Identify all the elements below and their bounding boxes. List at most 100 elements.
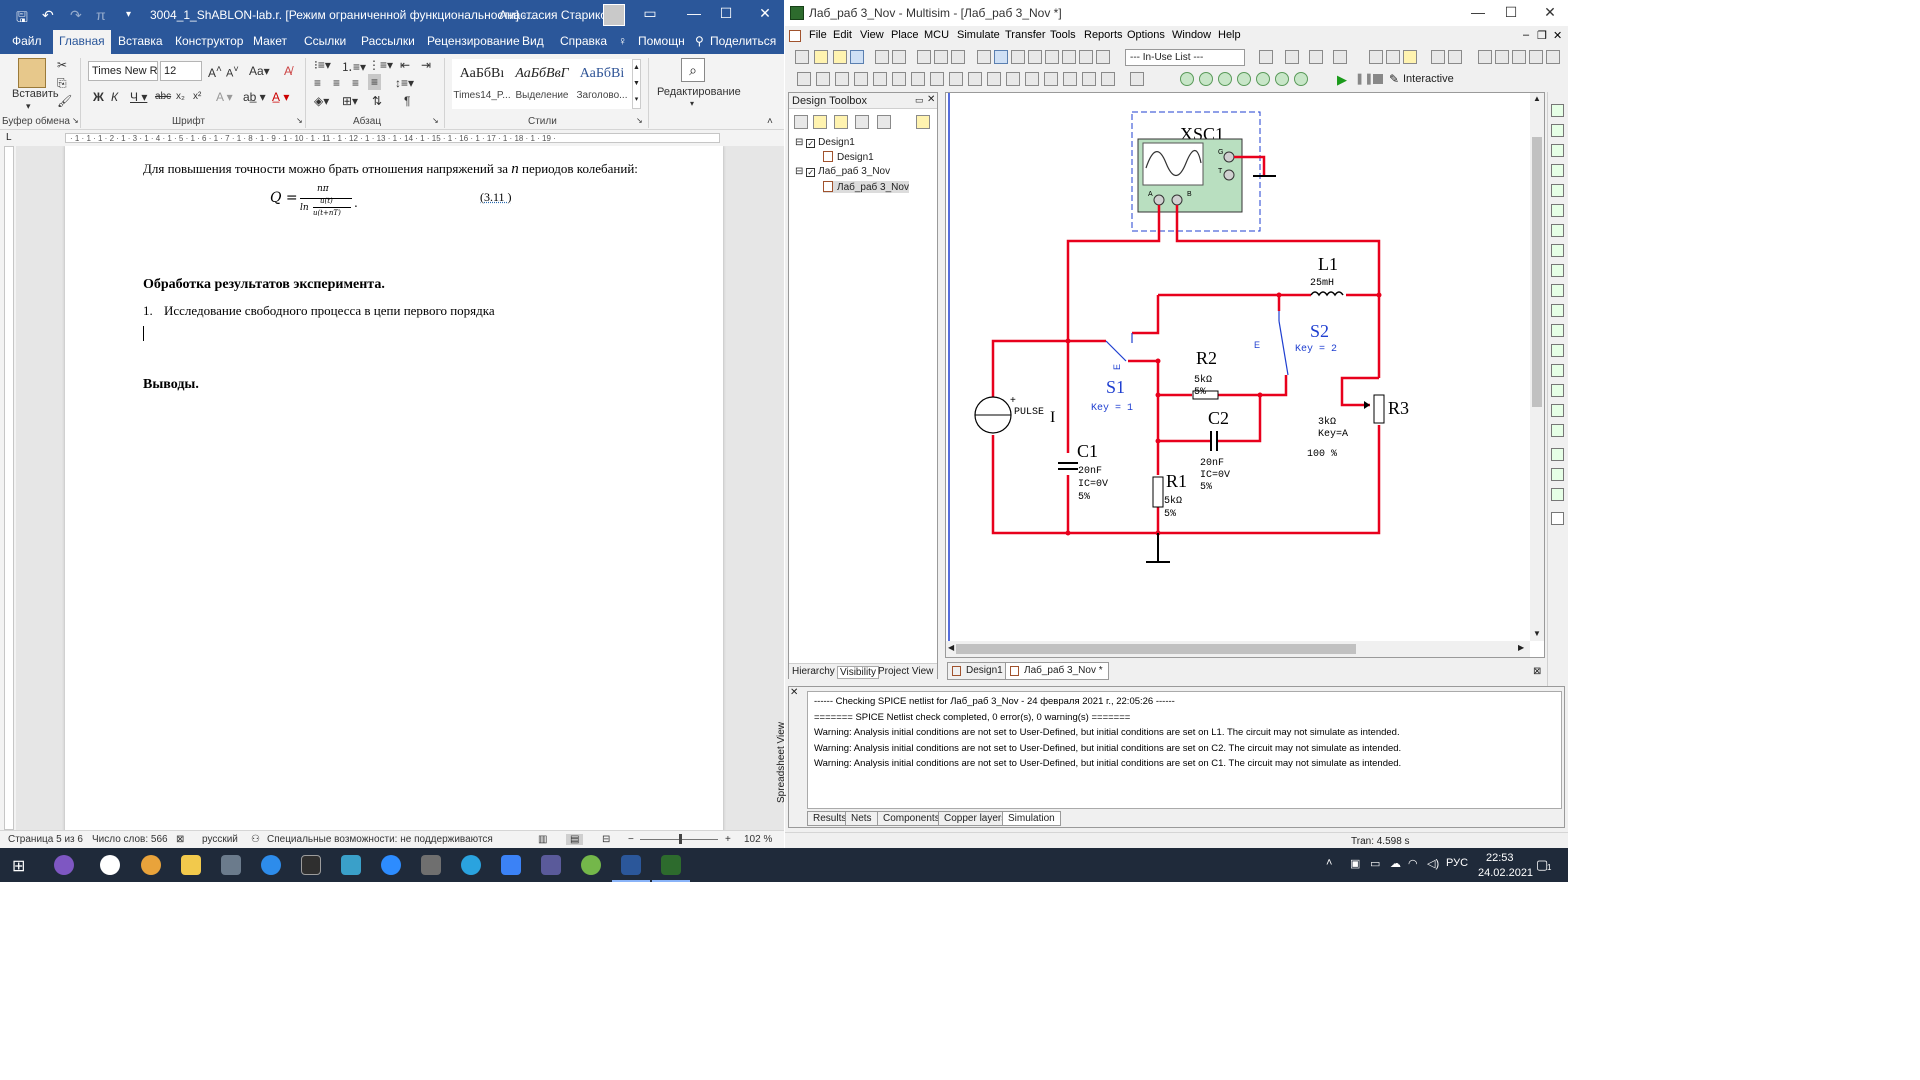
xsc1-port-b[interactable] [1171, 194, 1183, 206]
save-icon[interactable]: 🖫 [16, 7, 28, 31]
wire-scope-a[interactable] [1066, 205, 1161, 341]
place-mixed-icon[interactable] [949, 72, 963, 86]
zoom-area-icon[interactable] [1512, 50, 1526, 64]
line-spacing-icon[interactable]: ↕≡▾ [395, 76, 414, 90]
probe-settings-icon[interactable] [1294, 72, 1308, 86]
wifi-icon[interactable]: ◠ [1408, 857, 1418, 870]
wire-scope-b[interactable] [1175, 205, 1381, 295]
copy-icon[interactable] [934, 50, 948, 64]
doc-tab-lab[interactable]: Лаб_раб 3_Nov * [1005, 662, 1109, 680]
measurement-probe-icon[interactable] [1551, 512, 1564, 525]
open-design-icon[interactable] [813, 115, 827, 129]
redo-icon[interactable]: ↷ [70, 7, 82, 24]
forward-annotate-icon[interactable] [1096, 50, 1110, 64]
lightbulb-icon[interactable]: ♀ [618, 34, 627, 48]
place-source-icon[interactable] [797, 72, 811, 86]
scroll-thumb[interactable] [956, 644, 1356, 654]
borders-icon[interactable]: ⊞▾ [342, 94, 358, 108]
font-name-box[interactable]: Times New R [88, 61, 158, 81]
tab-mailings[interactable]: Рассылки [361, 34, 415, 48]
user-name[interactable]: Анастасия Старикова [499, 8, 620, 22]
place-rf-icon[interactable] [1044, 72, 1058, 86]
accessibility-status[interactable]: Специальные возможности: не поддерживают… [267, 834, 493, 845]
word-icon[interactable] [621, 855, 641, 875]
inductor-l1[interactable]: L1 25mH [1310, 254, 1344, 297]
italic-icon[interactable]: К [111, 90, 118, 104]
tab-file[interactable]: Файл [12, 34, 42, 48]
document-icon[interactable] [789, 30, 801, 42]
place-cmos-icon[interactable] [911, 72, 925, 86]
copy-icon[interactable]: ⎘ [57, 76, 67, 91]
cut-icon[interactable] [917, 50, 931, 64]
menu-place[interactable]: Place [891, 29, 919, 41]
zoom-level[interactable]: 102 % [744, 834, 772, 845]
text-effects-icon[interactable]: A ▾ [216, 90, 233, 104]
app-icon[interactable] [541, 855, 561, 875]
capacitor-c2[interactable]: C2 20nF IC=0V 5% [1200, 408, 1230, 493]
menu-simulate[interactable]: Simulate [957, 29, 1000, 41]
cloud-icon[interactable]: ☁ [1390, 857, 1401, 870]
pin-icon[interactable]: ▭ [915, 95, 924, 106]
menu-tools[interactable]: Tools [1050, 29, 1076, 41]
web-layout-icon[interactable]: ⊟ [602, 834, 610, 845]
clipboard-launcher-icon[interactable]: ↘ [72, 116, 79, 125]
chrome-icon[interactable] [141, 855, 161, 875]
switch-s2[interactable]: E S2 Key = 2 [1254, 311, 1337, 376]
tab-review[interactable]: Рецензирование [427, 34, 520, 48]
tab-layout[interactable]: Макет [253, 34, 287, 48]
zoom-in-icon[interactable] [1478, 50, 1492, 64]
paste-icon[interactable] [18, 58, 46, 88]
xsc1-port-a[interactable] [1153, 194, 1165, 206]
styles-launcher-icon[interactable]: ↘ [636, 116, 643, 125]
battery-icon[interactable]: ▭ [1370, 857, 1380, 870]
font-launcher-icon[interactable]: ↘ [296, 116, 303, 125]
tab-design[interactable]: Конструктор [175, 34, 243, 48]
doc-tab-design1[interactable]: Design1 [947, 662, 1009, 680]
zoom-in-icon[interactable]: + [725, 834, 731, 845]
teamviewer-icon[interactable] [261, 855, 281, 875]
place-electromechanical-icon[interactable] [1063, 72, 1077, 86]
equation-icon[interactable]: π [96, 7, 106, 23]
zoom-out-icon[interactable]: − [628, 834, 634, 845]
spreadsheet-icon[interactable] [994, 50, 1008, 64]
person-icon[interactable]: ⚲ [695, 34, 704, 48]
place-ni-icon[interactable] [1082, 72, 1096, 86]
word-generator-icon[interactable] [1551, 244, 1564, 257]
place-misc-digital-icon[interactable] [930, 72, 944, 86]
telegram-icon[interactable] [461, 855, 481, 875]
tree-item-lab[interactable]: ⊟ ✓ Лаб_раб 3_Nov [795, 166, 890, 177]
editing-button[interactable]: Редактирование [657, 86, 741, 98]
frequency-counter-icon[interactable] [1551, 224, 1564, 237]
sort-icon[interactable]: ⇅ [372, 94, 382, 108]
capacitor-c1[interactable]: C1 20nF IC=0V 5% [1058, 441, 1108, 503]
find-example-icon[interactable] [1369, 50, 1383, 64]
clock-date[interactable]: 24.02.2021 [1478, 867, 1533, 879]
interactive-icon[interactable]: ✎ [1389, 72, 1399, 86]
accessibility-icon[interactable]: ⚇ [251, 834, 260, 845]
file-explorer-icon[interactable] [181, 855, 201, 875]
four-channel-oscilloscope-icon[interactable] [1551, 184, 1564, 197]
collapse-ribbon-icon[interactable]: ˄ [767, 116, 773, 127]
save-icon[interactable] [850, 50, 864, 64]
layer-settings-icon[interactable] [916, 115, 930, 129]
simulation-log[interactable]: ------ Checking SPICE netlist for Лаб_ра… [807, 691, 1562, 809]
avatar[interactable] [603, 4, 625, 26]
zoom-out-icon[interactable] [1495, 50, 1509, 64]
multisim-app-icon[interactable] [790, 6, 804, 20]
spectrum-analyzer-icon[interactable] [1551, 344, 1564, 357]
app-icon[interactable] [501, 855, 521, 875]
xsc1-port-g[interactable] [1223, 151, 1235, 163]
labview-icon[interactable] [1551, 448, 1564, 461]
cut-icon[interactable]: ✂ [57, 58, 67, 72]
menu-help[interactable]: Help [1218, 29, 1241, 41]
bold-icon[interactable]: Ж [93, 90, 104, 104]
menu-file[interactable]: File [809, 29, 827, 41]
open-icon[interactable] [814, 50, 828, 64]
postprocessor-icon[interactable] [1045, 50, 1059, 64]
font-size-box[interactable]: 12 [160, 61, 202, 81]
place-connector-icon[interactable] [1101, 72, 1115, 86]
language[interactable]: русский [202, 834, 238, 845]
doc-tab-close-icon[interactable]: ⊠ [1533, 666, 1541, 677]
place-basic-icon[interactable] [816, 72, 830, 86]
menu-view[interactable]: View [860, 29, 884, 41]
